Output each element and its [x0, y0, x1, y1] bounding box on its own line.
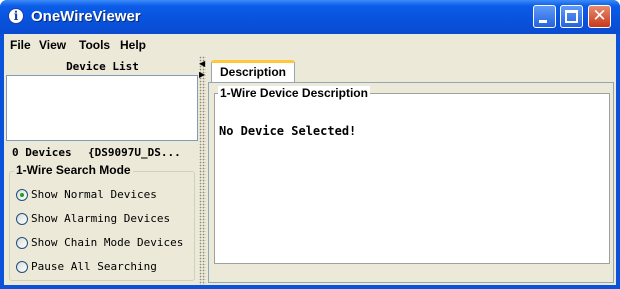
window-title: OneWireViewer [31, 8, 141, 25]
device-description-group: 1-Wire Device Description No Device Sele… [214, 86, 610, 264]
title-bar[interactable]: i OneWireViewer ✕ [0, 0, 620, 34]
radio-button[interactable] [16, 237, 28, 249]
tab-content: 1-Wire Device Description No Device Sele… [208, 82, 614, 283]
menu-help[interactable]: Help [120, 38, 146, 52]
menu-file[interactable]: File [10, 38, 31, 52]
radio-button[interactable] [16, 261, 28, 273]
close-icon: ✕ [592, 6, 607, 26]
adapter-label: {DS9097U_DS... [88, 146, 181, 159]
radio-button[interactable] [16, 213, 28, 225]
device-count: 0 Devices [12, 146, 72, 159]
search-mode-group: 1-Wire Search Mode Show Normal Devices S… [9, 163, 195, 281]
device-list-title: Device List [66, 60, 139, 73]
search-mode-title: 1-Wire Search Mode [14, 163, 133, 177]
split-pane-divider[interactable] [199, 56, 206, 285]
menu-view[interactable]: View [39, 38, 66, 52]
minimize-icon [539, 20, 547, 23]
maximize-button[interactable] [560, 5, 583, 28]
expand-right-arrow-icon[interactable]: ▶ [199, 70, 205, 79]
device-description-title: 1-Wire Device Description [218, 86, 370, 100]
info-icon[interactable]: i [8, 8, 24, 24]
tab-description-label: Description [219, 65, 286, 79]
menu-tools[interactable]: Tools [79, 38, 110, 52]
radio-label: Show Chain Mode Devices [31, 236, 184, 249]
radio-label: Show Alarming Devices [31, 212, 171, 225]
device-list[interactable] [6, 75, 198, 141]
no-device-message: No Device Selected! [219, 124, 357, 138]
app-window: i OneWireViewer ✕ File View Tools Help D… [0, 0, 620, 289]
maximize-icon [565, 10, 578, 23]
client-area: File View Tools Help Device List 0 Devic… [4, 34, 616, 285]
collapse-left-arrow-icon[interactable]: ◀ [199, 59, 205, 68]
radio-label: Pause All Searching [31, 260, 157, 273]
radio-button-selected[interactable] [16, 189, 28, 201]
close-button[interactable]: ✕ [588, 5, 611, 28]
tab-description[interactable]: Description [211, 60, 295, 82]
minimize-button[interactable] [533, 5, 556, 28]
radio-label: Show Normal Devices [31, 188, 157, 201]
menu-bar: File View Tools Help [4, 34, 616, 56]
